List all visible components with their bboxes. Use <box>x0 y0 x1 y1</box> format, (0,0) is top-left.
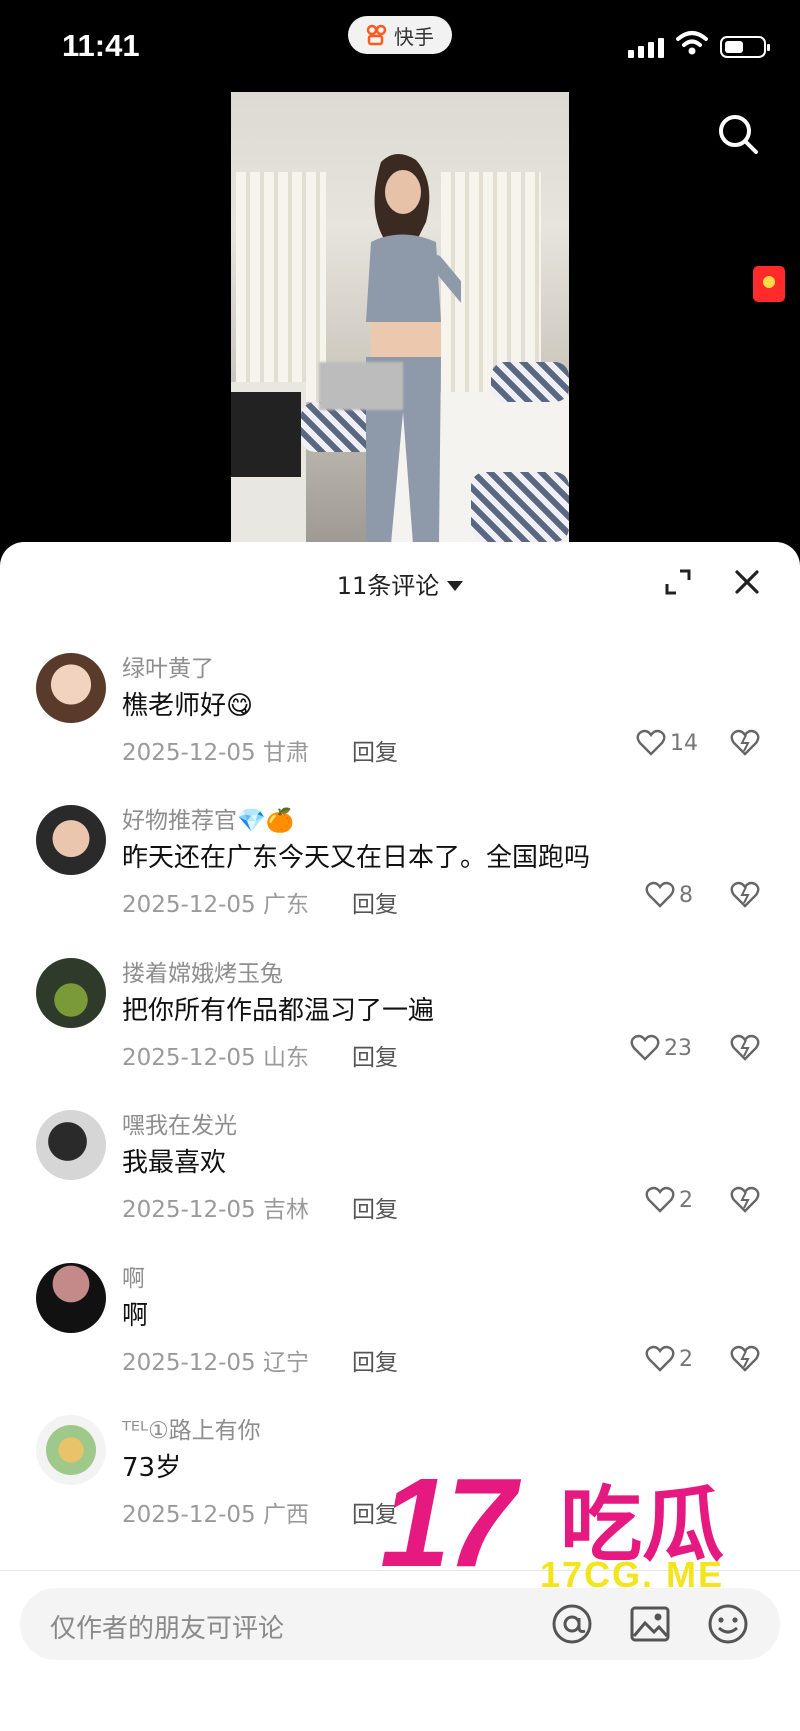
comment-region: 广东 <box>262 892 309 918</box>
like-count: 14 <box>670 730 698 756</box>
caret-down-icon <box>447 581 464 591</box>
like-button[interactable]: 2 <box>645 1186 725 1214</box>
app-name: 快手 <box>394 24 434 49</box>
status-bar: 11:41 快手 <box>0 0 800 92</box>
comment-text: 把你所有作品都温习了一遍 <box>122 996 435 1026</box>
comments-header: 11条评论 <box>0 542 800 622</box>
comment-meta: 2025-12-05 山东 <box>122 1038 309 1072</box>
video-frame[interactable] <box>231 92 569 544</box>
dislike-icon[interactable] <box>730 1345 760 1373</box>
comment-input-placeholder: 仅作者的朋友可评论 <box>50 1614 285 1644</box>
like-button[interactable]: 14 <box>636 729 716 757</box>
comment-item: 嘿我在发光 我最喜欢 2025-12-05 吉林 回复 2 <box>0 1110 800 1260</box>
reply-button[interactable]: 回复 <box>352 885 398 919</box>
app-pill[interactable]: 快手 <box>348 16 452 54</box>
avatar[interactable] <box>36 805 106 875</box>
avatar[interactable] <box>36 1263 106 1333</box>
comment-username[interactable]: 啊 <box>122 1259 145 1293</box>
heart-icon <box>630 1034 660 1061</box>
comment-meta: 2025-12-05 广西 <box>122 1495 309 1529</box>
comment-meta: 2025-12-05 辽宁 <box>122 1343 309 1377</box>
comment-username[interactable]: 好物推荐官💎🍊 <box>122 801 294 835</box>
comment-region: 甘肃 <box>262 740 309 766</box>
emoji-icon[interactable] <box>706 1602 750 1646</box>
comment-username[interactable]: 嘿我在发光 <box>122 1106 237 1140</box>
avatar[interactable] <box>36 653 106 723</box>
search-icon[interactable] <box>716 112 760 156</box>
battery-icon <box>720 36 770 58</box>
comment-region: 山东 <box>262 1045 309 1071</box>
mention-icon[interactable] <box>550 1602 594 1646</box>
dislike-icon[interactable] <box>730 1186 760 1214</box>
heart-icon <box>645 1345 675 1372</box>
signal-icon <box>628 38 664 58</box>
reply-button[interactable]: 回复 <box>352 1343 398 1377</box>
kuaishou-logo-icon <box>366 24 387 46</box>
comment-username[interactable]: ᵀᴱᴸ①路上有你 <box>122 1411 261 1445</box>
like-count: 2 <box>679 1187 693 1213</box>
like-count: 8 <box>679 882 693 908</box>
comment-text: 73岁 <box>122 1453 182 1483</box>
comment-item: 搂着嫦娥烤玉兔 把你所有作品都温习了一遍 2025-12-05 山东 回复 23 <box>0 958 800 1108</box>
comment-count: 11条评论 <box>336 572 440 600</box>
comment-item: 啊 啊 2025-12-05 辽宁 回复 2 <box>0 1263 800 1413</box>
comment-region: 广西 <box>262 1502 309 1528</box>
comment-item: 绿叶黄了 樵老师好😋 2025-12-05 甘肃 回复 14 <box>0 653 800 803</box>
comment-text: 啊 <box>122 1301 149 1331</box>
comment-item: 好物推荐官💎🍊 昨天还在广东今天又在日本了。全国跑吗 2025-12-05 广东… <box>0 805 800 955</box>
red-packet-icon[interactable] <box>753 266 785 302</box>
comment-text: 樵老师好😋 <box>122 691 254 721</box>
wifi-icon <box>676 31 708 55</box>
like-button[interactable]: 8 <box>645 881 725 909</box>
comment-text: 我最喜欢 <box>122 1148 227 1178</box>
like-count: 2 <box>679 1346 693 1372</box>
reply-button[interactable]: 回复 <box>352 1038 398 1072</box>
watermark-logo: 17 吃瓜 17CG. ME <box>380 1450 780 1600</box>
dislike-icon[interactable] <box>730 1034 760 1062</box>
censor-blur <box>319 362 403 410</box>
comment-meta: 2025-12-05 吉林 <box>122 1190 309 1224</box>
comment-meta: 2025-12-05 甘肃 <box>122 733 309 767</box>
reply-button[interactable]: 回复 <box>352 733 398 767</box>
like-count: 23 <box>664 1035 692 1061</box>
comment-date: 2025-12-05 <box>122 740 256 766</box>
comment-region: 吉林 <box>262 1197 309 1223</box>
dislike-icon[interactable] <box>730 729 760 757</box>
comment-date: 2025-12-05 <box>122 1045 256 1071</box>
like-button[interactable]: 2 <box>645 1345 725 1373</box>
heart-icon <box>636 729 666 756</box>
avatar[interactable] <box>36 958 106 1028</box>
heart-icon <box>645 881 675 908</box>
expand-icon[interactable] <box>664 568 692 596</box>
reply-button[interactable]: 回复 <box>352 1190 398 1224</box>
close-icon[interactable] <box>733 568 761 596</box>
watermark-url: 17CG. ME <box>540 1554 725 1595</box>
comment-meta: 2025-12-05 广东 <box>122 885 309 919</box>
watermark-number: 17 <box>380 1452 516 1593</box>
comment-username[interactable]: 搂着嫦娥烤玉兔 <box>122 954 283 988</box>
comment-text: 昨天还在广东今天又在日本了。全国跑吗 <box>122 843 591 873</box>
avatar[interactable] <box>36 1415 106 1485</box>
person-figure <box>366 153 461 544</box>
status-time: 11:41 <box>62 28 140 63</box>
dislike-icon[interactable] <box>730 881 760 909</box>
image-icon[interactable] <box>628 1602 672 1646</box>
like-button[interactable]: 23 <box>630 1034 710 1062</box>
comment-date: 2025-12-05 <box>122 892 256 918</box>
comment-date: 2025-12-05 <box>122 1197 256 1223</box>
comment-username[interactable]: 绿叶黄了 <box>122 649 214 683</box>
comment-date: 2025-12-05 <box>122 1350 256 1376</box>
comment-date: 2025-12-05 <box>122 1502 256 1528</box>
heart-icon <box>645 1186 675 1213</box>
avatar[interactable] <box>36 1110 106 1180</box>
comment-region: 辽宁 <box>262 1350 309 1376</box>
